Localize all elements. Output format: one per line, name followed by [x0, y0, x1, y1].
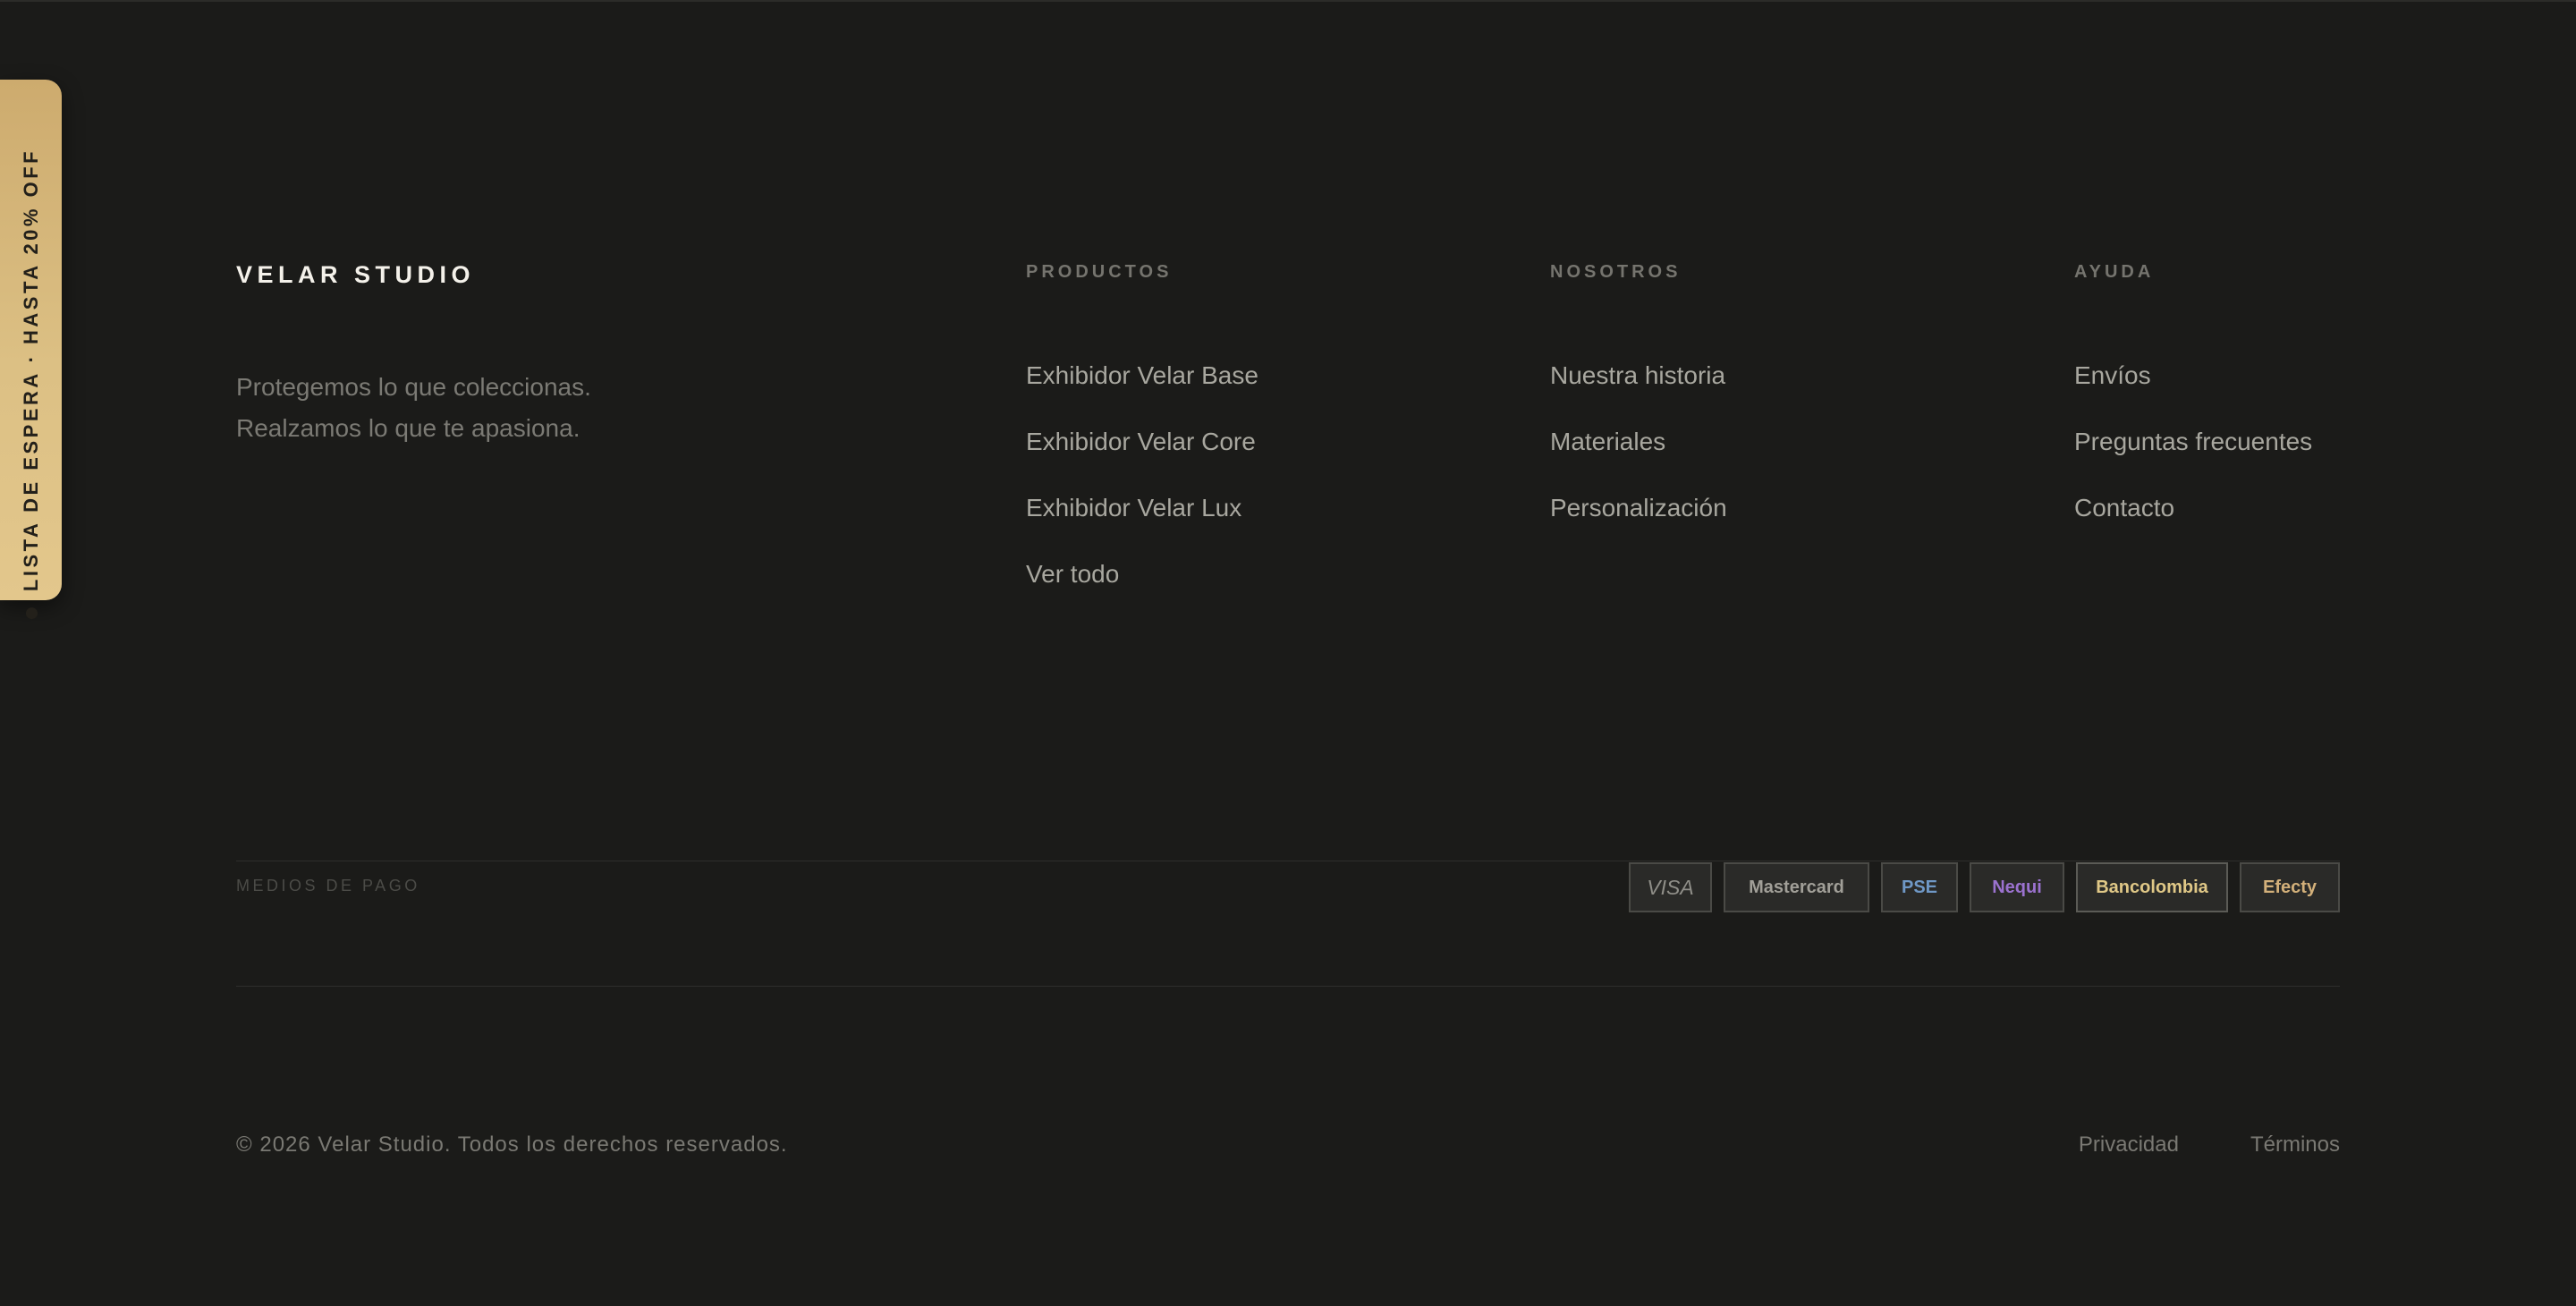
brand-tagline: Protegemos lo que coleccionas. Realzamos…	[236, 367, 591, 449]
brand-title: VELAR STUDIO	[236, 261, 476, 288]
products-links: Exhibidor Velar Base Exhibidor Velar Cor…	[1026, 361, 1258, 626]
payment-badge-nequi: Nequi	[1970, 862, 2064, 912]
brand-tagline-line: Protegemos lo que coleccionas.	[236, 373, 591, 401]
waitlist-tab-content: LISTA DE ESPERA · HASTA 20% OFF	[20, 148, 43, 620]
footer-link-customization[interactable]: Personalización	[1550, 494, 1727, 560]
brand-tagline-line: Realzamos lo que te apasiona.	[236, 414, 580, 442]
dot-icon	[25, 607, 38, 620]
copyright-text: © 2026 Velar Studio. Todos los derechos …	[236, 1132, 788, 1157]
footer-link-velar-core[interactable]: Exhibidor Velar Core	[1026, 428, 1258, 494]
payment-badges: VISA Mastercard PSE Nequi Bancolombia Ef…	[1629, 862, 2340, 912]
help-links: Envíos Preguntas frecuentes Contacto	[2074, 361, 2312, 560]
footer-link-velar-lux[interactable]: Exhibidor Velar Lux	[1026, 494, 1258, 560]
footer-link-view-all[interactable]: Ver todo	[1026, 560, 1258, 626]
footer-link-shipping[interactable]: Envíos	[2074, 361, 2312, 428]
payment-badge-bancolombia: Bancolombia	[2076, 862, 2228, 912]
payment-badge-visa: VISA	[1629, 862, 1712, 912]
column-heading-products: PRODUCTOS	[1026, 262, 1173, 282]
footer-link-velar-base[interactable]: Exhibidor Velar Base	[1026, 361, 1258, 428]
privacy-link[interactable]: Privacidad	[2079, 1132, 2179, 1158]
top-divider	[0, 0, 2576, 2]
about-links: Nuestra historia Materiales Personalizac…	[1550, 361, 1727, 560]
products-column: PRODUCTOS Exhibidor Velar Base Exhibidor…	[1026, 261, 1258, 626]
terms-link[interactable]: Términos	[2250, 1132, 2340, 1158]
payment-badge-pse: PSE	[1881, 862, 1958, 912]
about-column: NOSOTROS Nuestra historia Materiales Per…	[1550, 261, 1727, 560]
payment-badge-mastercard: Mastercard	[1724, 862, 1869, 912]
waitlist-tab-label: LISTA DE ESPERA · HASTA 20% OFF	[20, 148, 42, 592]
waitlist-tab[interactable]: LISTA DE ESPERA · HASTA 20% OFF	[0, 80, 62, 620]
footer-link-materials[interactable]: Materiales	[1550, 428, 1727, 494]
footer-link-contact[interactable]: Contacto	[2074, 494, 2312, 560]
footer-divider	[236, 986, 2340, 987]
column-heading-help: AYUDA	[2074, 262, 2155, 282]
payment-methods-label: MEDIOS DE PAGO	[236, 877, 420, 895]
help-column: AYUDA Envíos Preguntas frecuentes Contac…	[2074, 261, 2312, 560]
payment-badge-efecty: Efecty	[2240, 862, 2340, 912]
column-heading-about: NOSOTROS	[1550, 262, 1682, 282]
legal-links: Privacidad Términos	[2079, 1132, 2340, 1158]
footer-link-faq[interactable]: Preguntas frecuentes	[2074, 428, 2312, 494]
footer-link-history[interactable]: Nuestra historia	[1550, 361, 1727, 428]
